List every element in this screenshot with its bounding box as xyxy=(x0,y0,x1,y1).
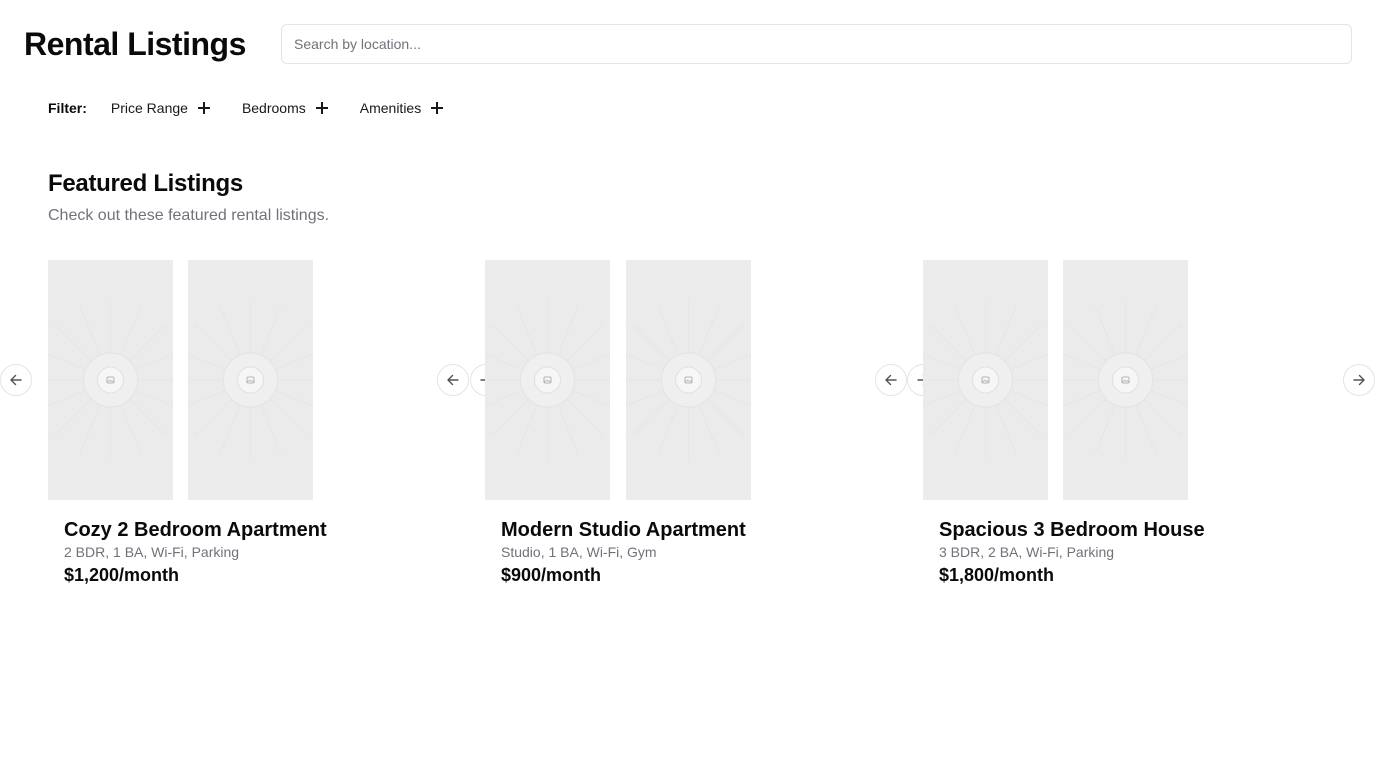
listing-image xyxy=(1063,260,1188,500)
image-placeholder-icon xyxy=(626,300,751,460)
image-placeholder-icon xyxy=(485,300,610,460)
image-placeholder-icon xyxy=(48,300,173,460)
image-placeholder-icon xyxy=(923,300,1048,460)
section-description: Check out these featured rental listings… xyxy=(48,207,330,224)
listing-image xyxy=(626,260,751,500)
image-carousel xyxy=(0,260,456,500)
listing-card[interactable]: Modern Studio Apartment Studio, 1 BA, Wi… xyxy=(437,260,893,600)
listing-info: Modern Studio Apartment Studio, 1 BA, Wi… xyxy=(501,518,746,587)
filter-amenities-label: Amenities xyxy=(359,100,422,116)
filter-bedrooms-button[interactable]: Bedrooms xyxy=(242,96,328,120)
plus-icon xyxy=(315,102,328,114)
listing-price: $1,200/month xyxy=(64,565,180,585)
arrow-left-icon xyxy=(885,374,897,386)
image-carousel xyxy=(875,260,1331,500)
carousel-prev-button[interactable] xyxy=(0,364,32,396)
filter-label: Filter: xyxy=(48,100,87,116)
carousel-prev-button[interactable] xyxy=(875,364,907,396)
listing-card[interactable]: Cozy 2 Bedroom Apartment 2 BDR, 1 BA, Wi… xyxy=(0,260,456,600)
arrow-left-icon xyxy=(447,374,459,386)
arrow-right-icon xyxy=(1353,374,1365,386)
listing-title: Spacious 3 Bedroom House xyxy=(939,519,1205,541)
filter-amenities-button[interactable]: Amenities xyxy=(359,96,444,120)
filter-bar: Filter: Price Range Bedrooms Amenities xyxy=(48,96,475,120)
listing-image xyxy=(48,260,173,500)
listing-title: Cozy 2 Bedroom Apartment xyxy=(64,519,327,541)
image-placeholder-icon xyxy=(188,300,313,460)
listing-features: 2 BDR, 1 BA, Wi-Fi, Parking xyxy=(64,544,240,560)
carousel-next-button[interactable] xyxy=(1343,364,1375,396)
listing-info: Spacious 3 Bedroom House 3 BDR, 2 BA, Wi… xyxy=(939,518,1205,587)
header: Rental Listings xyxy=(24,24,1352,64)
arrow-left-icon xyxy=(10,374,22,386)
carousel-prev-button[interactable] xyxy=(437,364,469,396)
listing-image xyxy=(485,260,610,500)
listing-image xyxy=(188,260,313,500)
listing-price: $1,800/month xyxy=(939,565,1055,585)
listing-features: 3 BDR, 2 BA, Wi-Fi, Parking xyxy=(939,544,1115,560)
image-carousel xyxy=(437,260,893,500)
listing-price: $900/month xyxy=(501,565,602,585)
listing-image xyxy=(923,260,1048,500)
image-placeholder-icon xyxy=(1063,300,1188,460)
listing-title: Modern Studio Apartment xyxy=(501,519,746,541)
listing-features: Studio, 1 BA, Wi-Fi, Gym xyxy=(501,544,657,560)
listing-card[interactable]: Spacious 3 Bedroom House 3 BDR, 2 BA, Wi… xyxy=(875,260,1331,600)
plus-icon xyxy=(197,102,210,114)
filter-price-range-label: Price Range xyxy=(110,100,188,116)
filter-price-range-button[interactable]: Price Range xyxy=(111,96,210,120)
filter-bedrooms-label: Bedrooms xyxy=(241,100,306,116)
section-title: Featured Listings xyxy=(48,170,243,197)
listing-info: Cozy 2 Bedroom Apartment 2 BDR, 1 BA, Wi… xyxy=(64,518,327,587)
search-input[interactable] xyxy=(281,24,1352,64)
page-title: Rental Listings xyxy=(24,26,246,62)
plus-icon xyxy=(431,102,444,114)
